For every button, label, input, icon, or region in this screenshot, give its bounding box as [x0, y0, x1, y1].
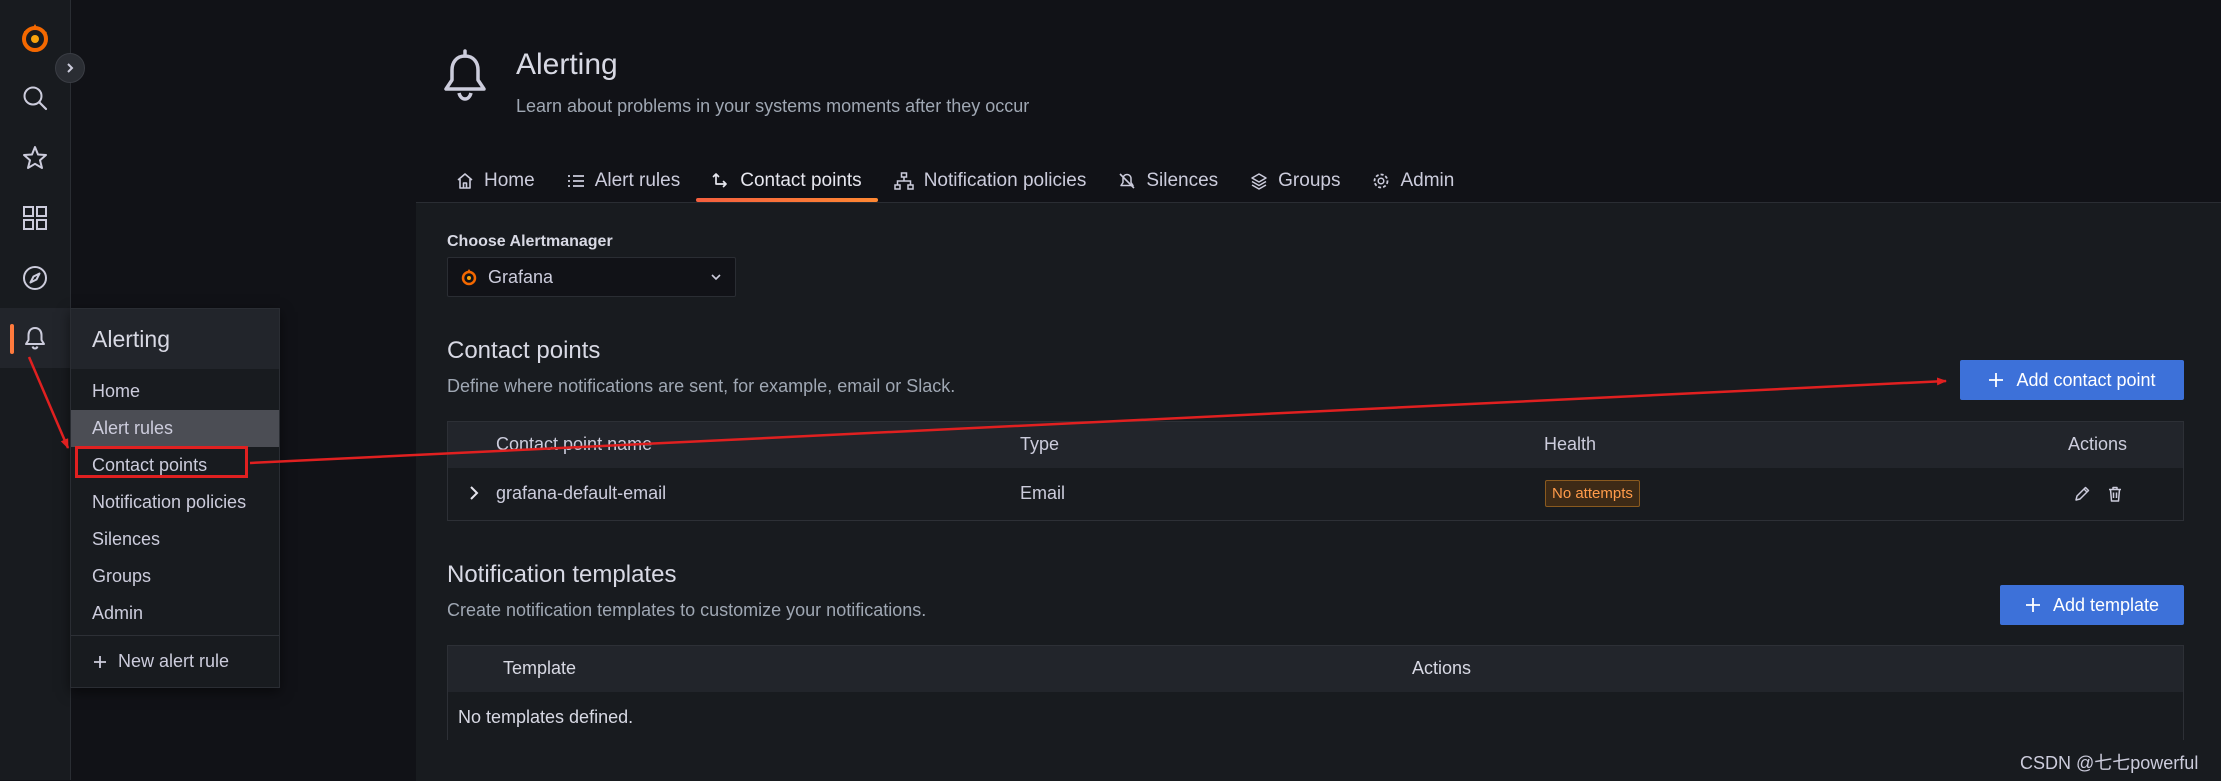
home-icon: [457, 173, 473, 189]
alertmanager-select[interactable]: Grafana: [447, 257, 736, 297]
chevron-right-icon[interactable]: [466, 485, 482, 501]
contact-points-title: Contact points: [447, 337, 601, 364]
expand-menu-button[interactable]: [55, 53, 85, 83]
active-indicator: [10, 324, 14, 354]
plus-icon: [2025, 598, 2040, 612]
chevron-right-icon: [67, 63, 74, 73]
empty-templates-message: No templates defined.: [458, 707, 634, 727]
tab-groups[interactable]: Groups: [1234, 160, 1356, 202]
flyout-item-silences[interactable]: Silences: [71, 521, 279, 558]
flyout-item-notification-policies[interactable]: Notification policies: [71, 484, 279, 521]
alertmanager-selected: Grafana: [488, 266, 554, 287]
plus-icon: [1989, 373, 2004, 387]
cog-icon: [1374, 173, 1389, 189]
table-header: Contact point name Type Health Actions: [448, 422, 2183, 468]
tab-label: Admin: [1400, 170, 1455, 191]
nav-rail: [0, 0, 85, 780]
contact-points-table: Contact point name Type Health Actions g…: [447, 421, 2184, 521]
contact-points-description: Define where notifications are sent, for…: [447, 376, 956, 396]
column-header-name: Contact point name: [496, 434, 653, 454]
templates-table: Template Actions No templates defined.: [447, 645, 2184, 744]
tab-label: Silences: [1146, 170, 1219, 191]
tab-label: Alert rules: [594, 170, 681, 191]
add-template-button[interactable]: Add template: [2000, 585, 2184, 625]
contact-point-name: grafana-default-email: [496, 483, 667, 503]
table-header: Template Actions: [448, 646, 2183, 692]
alerting-flyout-menu: Alerting Home Alert rules Contact points…: [70, 308, 280, 688]
list-icon: [567, 175, 584, 187]
flyout-divider: [71, 635, 279, 636]
alerting-tabs: Home Alert rules Contact points Notifica…: [440, 160, 1470, 202]
trash-icon[interactable]: [2106, 485, 2124, 503]
layers-icon: [1251, 173, 1267, 190]
compass-icon: [23, 266, 47, 290]
tab-notification-policies[interactable]: Notification policies: [878, 160, 1103, 202]
column-header-actions: Actions: [2068, 434, 2128, 454]
explore-nav-button[interactable]: [0, 248, 70, 308]
sitemap-icon: [893, 172, 914, 190]
table-row: grafana-default-email Email No attempts: [448, 468, 2183, 520]
column-header-actions: Actions: [1412, 658, 1472, 678]
tab-silences[interactable]: Silences: [1102, 160, 1234, 202]
column-header-type: Type: [1020, 434, 1060, 454]
tab-home[interactable]: Home: [440, 160, 551, 202]
flyout-item-admin[interactable]: Admin: [71, 595, 279, 632]
page-title: Alerting: [516, 48, 618, 81]
flyout-item-groups[interactable]: Groups: [71, 558, 279, 595]
search-icon: [23, 86, 48, 111]
tab-label: Notification policies: [923, 170, 1087, 191]
flyout-title: Alerting: [71, 309, 279, 369]
bell-icon: [444, 49, 486, 101]
grafana-logo-icon: [461, 269, 477, 286]
flyout-item-home[interactable]: Home: [71, 373, 279, 410]
chevron-down-icon: [711, 274, 721, 281]
table-row: No templates defined.: [448, 692, 2183, 744]
tab-alert-rules[interactable]: Alert rules: [551, 160, 697, 202]
tab-contact-points[interactable]: Contact points: [696, 160, 879, 202]
plus-icon: [94, 655, 106, 668]
flyout-item-alert-rules[interactable]: Alert rules: [71, 410, 279, 447]
add-contact-point-label: Add contact point: [2016, 369, 2156, 390]
new-alert-rule-label: New alert rule: [118, 651, 230, 671]
flyout-item-contact-points[interactable]: Contact points: [71, 447, 279, 484]
star-icon: [23, 146, 47, 169]
dashboards-icon: [23, 206, 47, 230]
health-status-badge: No attempts: [1545, 480, 1640, 507]
contact-points-icon: [712, 173, 728, 188]
alerting-nav-button[interactable]: [0, 308, 70, 368]
add-template-label: Add template: [2052, 594, 2160, 615]
pen-icon[interactable]: [2073, 485, 2091, 503]
alertmanager-label: Choose Alertmanager: [447, 233, 613, 250]
contact-point-type: Email: [1020, 483, 1066, 503]
tab-label: Contact points: [740, 170, 862, 191]
dashboards-nav-button[interactable]: [0, 188, 70, 248]
add-contact-point-button[interactable]: Add contact point: [1960, 360, 2184, 400]
column-header-health: Health: [1544, 434, 1597, 454]
starred-nav-button[interactable]: [0, 128, 70, 188]
tab-label: Groups: [1278, 170, 1341, 191]
new-alert-rule-link[interactable]: New alert rule: [71, 643, 279, 680]
column-header-template: Template: [503, 658, 577, 678]
bell-slash-icon: [1119, 173, 1135, 189]
watermark: CSDN @七七powerful: [2020, 753, 2199, 773]
bell-icon: [25, 327, 45, 350]
tab-admin[interactable]: Admin: [1356, 160, 1470, 202]
tab-label: Home: [484, 170, 535, 191]
notification-templates-description: Create notification templates to customi…: [447, 600, 927, 620]
notification-templates-title: Notification templates: [447, 561, 677, 588]
page-subtitle: Learn about problems in your systems mom…: [516, 96, 1030, 116]
